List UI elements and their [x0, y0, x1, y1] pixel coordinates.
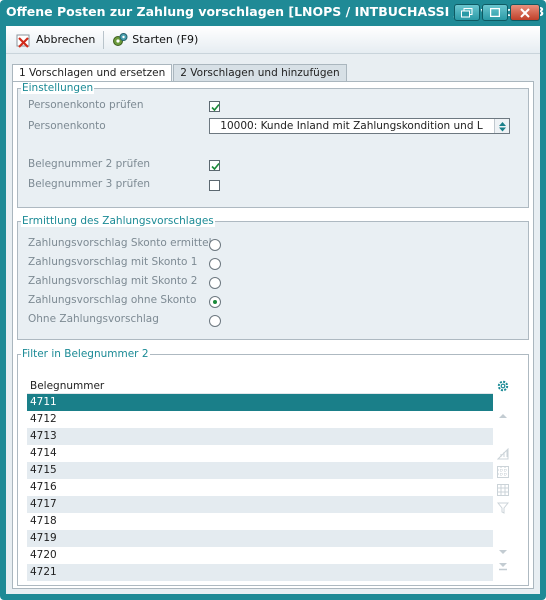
belegnummer3-pruefen-checkbox[interactable]	[209, 180, 220, 191]
filter-button[interactable]	[497, 502, 509, 514]
scroll-top-button[interactable]	[497, 410, 509, 422]
personenkonto-value: 10000: Kunde Inland mit Zahlungskonditio…	[220, 120, 483, 132]
grid-settings-button[interactable]	[497, 380, 509, 392]
arrow-up-icon	[499, 414, 507, 418]
option-skonto2-label: Zahlungsvorschlag mit Skonto 2	[28, 275, 198, 287]
window-controls	[454, 4, 540, 21]
maximize-button[interactable]	[482, 4, 508, 21]
start-button[interactable]: Starten (F9)	[108, 30, 202, 50]
funnel-icon	[497, 502, 509, 514]
restore-button[interactable]	[454, 4, 480, 21]
sort-icon	[497, 448, 509, 460]
checkmark-icon	[211, 103, 220, 112]
belegnummer-grid: Belegnummer 4711 4712 4713 4714 4715 471…	[27, 378, 493, 581]
table-icon	[497, 484, 509, 496]
table-row[interactable]: 4720	[27, 547, 493, 564]
maximize-icon	[490, 8, 500, 17]
grid-column-header[interactable]: Belegnummer	[27, 378, 493, 394]
personenkonto-combobox[interactable]: 10000: Kunde Inland mit Zahlungskonditio…	[209, 118, 510, 134]
table-row[interactable]: 4719	[27, 530, 493, 547]
sort-button[interactable]	[497, 448, 509, 460]
toolbar: Abbrechen Starten (F9)	[6, 26, 540, 54]
option-skonto2-radio[interactable]	[209, 277, 221, 289]
table-row[interactable]: 4712	[27, 411, 493, 428]
belegnummer2-pruefen-label: Belegnummer 2 prüfen	[28, 158, 151, 170]
option-skonto-ermitteln-label: Zahlungsvorschlag Skonto ermitteln	[28, 237, 219, 249]
cancel-icon	[16, 34, 30, 48]
tab-panel: Einstellungen Personenkonto prüfen Perso…	[12, 81, 534, 589]
checkmark-icon	[211, 162, 220, 171]
dialog-client: Abbrechen Starten (F9) 1 Vorschlagen und…	[6, 26, 540, 594]
option-skonto1-label: Zahlungsvorschlag mit Skonto 1	[28, 256, 198, 268]
personenkonto-pruefen-checkbox[interactable]	[209, 101, 220, 112]
option-skonto-ermitteln-radio[interactable]	[209, 239, 221, 251]
group-filter-legend: Filter in Belegnummer 2	[21, 348, 150, 360]
table-row[interactable]: 4715	[27, 462, 493, 479]
columns-button[interactable]	[497, 484, 509, 496]
group-einstellungen: Einstellungen Personenkonto prüfen Perso…	[17, 82, 529, 208]
start-label: Starten (F9)	[132, 33, 199, 46]
tab-strip: 1 Vorschlagen und ersetzen 2 Vorschlagen…	[12, 64, 348, 82]
option-ohne-vorschlag-label: Ohne Zahlungsvorschlag	[28, 313, 159, 325]
grid-side-toolbar	[495, 378, 511, 578]
option-skonto1-radio[interactable]	[209, 258, 221, 270]
scroll-bottom-button[interactable]	[497, 560, 509, 572]
option-ohne-skonto-label: Zahlungsvorschlag ohne Skonto	[28, 294, 197, 306]
option-ohne-skonto-radio[interactable]	[209, 296, 221, 308]
group-ermittlung: Ermittlung des Zahlungsvorschlages Zahlu…	[17, 215, 529, 340]
toolbar-separator	[103, 30, 105, 49]
belegnummer3-pruefen-label: Belegnummer 3 prüfen	[28, 178, 151, 190]
cancel-label: Abbrechen	[36, 33, 96, 46]
table-row[interactable]: 4713	[27, 428, 493, 445]
table-row[interactable]: 4711	[27, 394, 493, 411]
radio-selected-dot	[213, 300, 217, 304]
scroll-down-button[interactable]	[497, 546, 509, 558]
table-row[interactable]: 4721	[27, 564, 493, 581]
close-button[interactable]	[510, 4, 540, 21]
table-row[interactable]: 4717	[27, 496, 493, 513]
restore-icon	[461, 7, 473, 17]
gear-icon	[497, 380, 509, 392]
close-icon	[520, 7, 530, 18]
arrow-bottom-icon	[499, 563, 507, 571]
personenkonto-pruefen-label: Personenkonto prüfen	[28, 99, 144, 111]
personenkonto-label: Personenkonto	[28, 120, 106, 132]
up-down-arrow-icon	[498, 121, 506, 131]
arrow-down-icon	[499, 550, 507, 554]
table-row[interactable]: 4714	[27, 445, 493, 462]
start-gears-icon	[113, 32, 128, 46]
option-ohne-vorschlag-radio[interactable]	[209, 315, 221, 327]
group-button[interactable]	[497, 466, 509, 478]
table-row[interactable]: 4718	[27, 513, 493, 530]
combo-spin-button[interactable]	[494, 119, 509, 133]
grid-dots-icon	[497, 466, 509, 478]
group-ermittlung-legend: Ermittlung des Zahlungsvorschlages	[21, 215, 215, 227]
cancel-button[interactable]: Abbrechen	[12, 30, 99, 50]
group-einstellungen-legend: Einstellungen	[21, 82, 95, 94]
tab-vorschlagen-hinzufuegen[interactable]: 2 Vorschlagen und hinzufügen	[173, 64, 347, 82]
tab-vorschlagen-ersetzen[interactable]: 1 Vorschlagen und ersetzen	[12, 64, 173, 82]
belegnummer2-pruefen-checkbox[interactable]	[209, 160, 220, 171]
dialog-window: Offene Posten zur Zahlung vorschlagen [L…	[0, 0, 546, 600]
table-row[interactable]: 4716	[27, 479, 493, 496]
